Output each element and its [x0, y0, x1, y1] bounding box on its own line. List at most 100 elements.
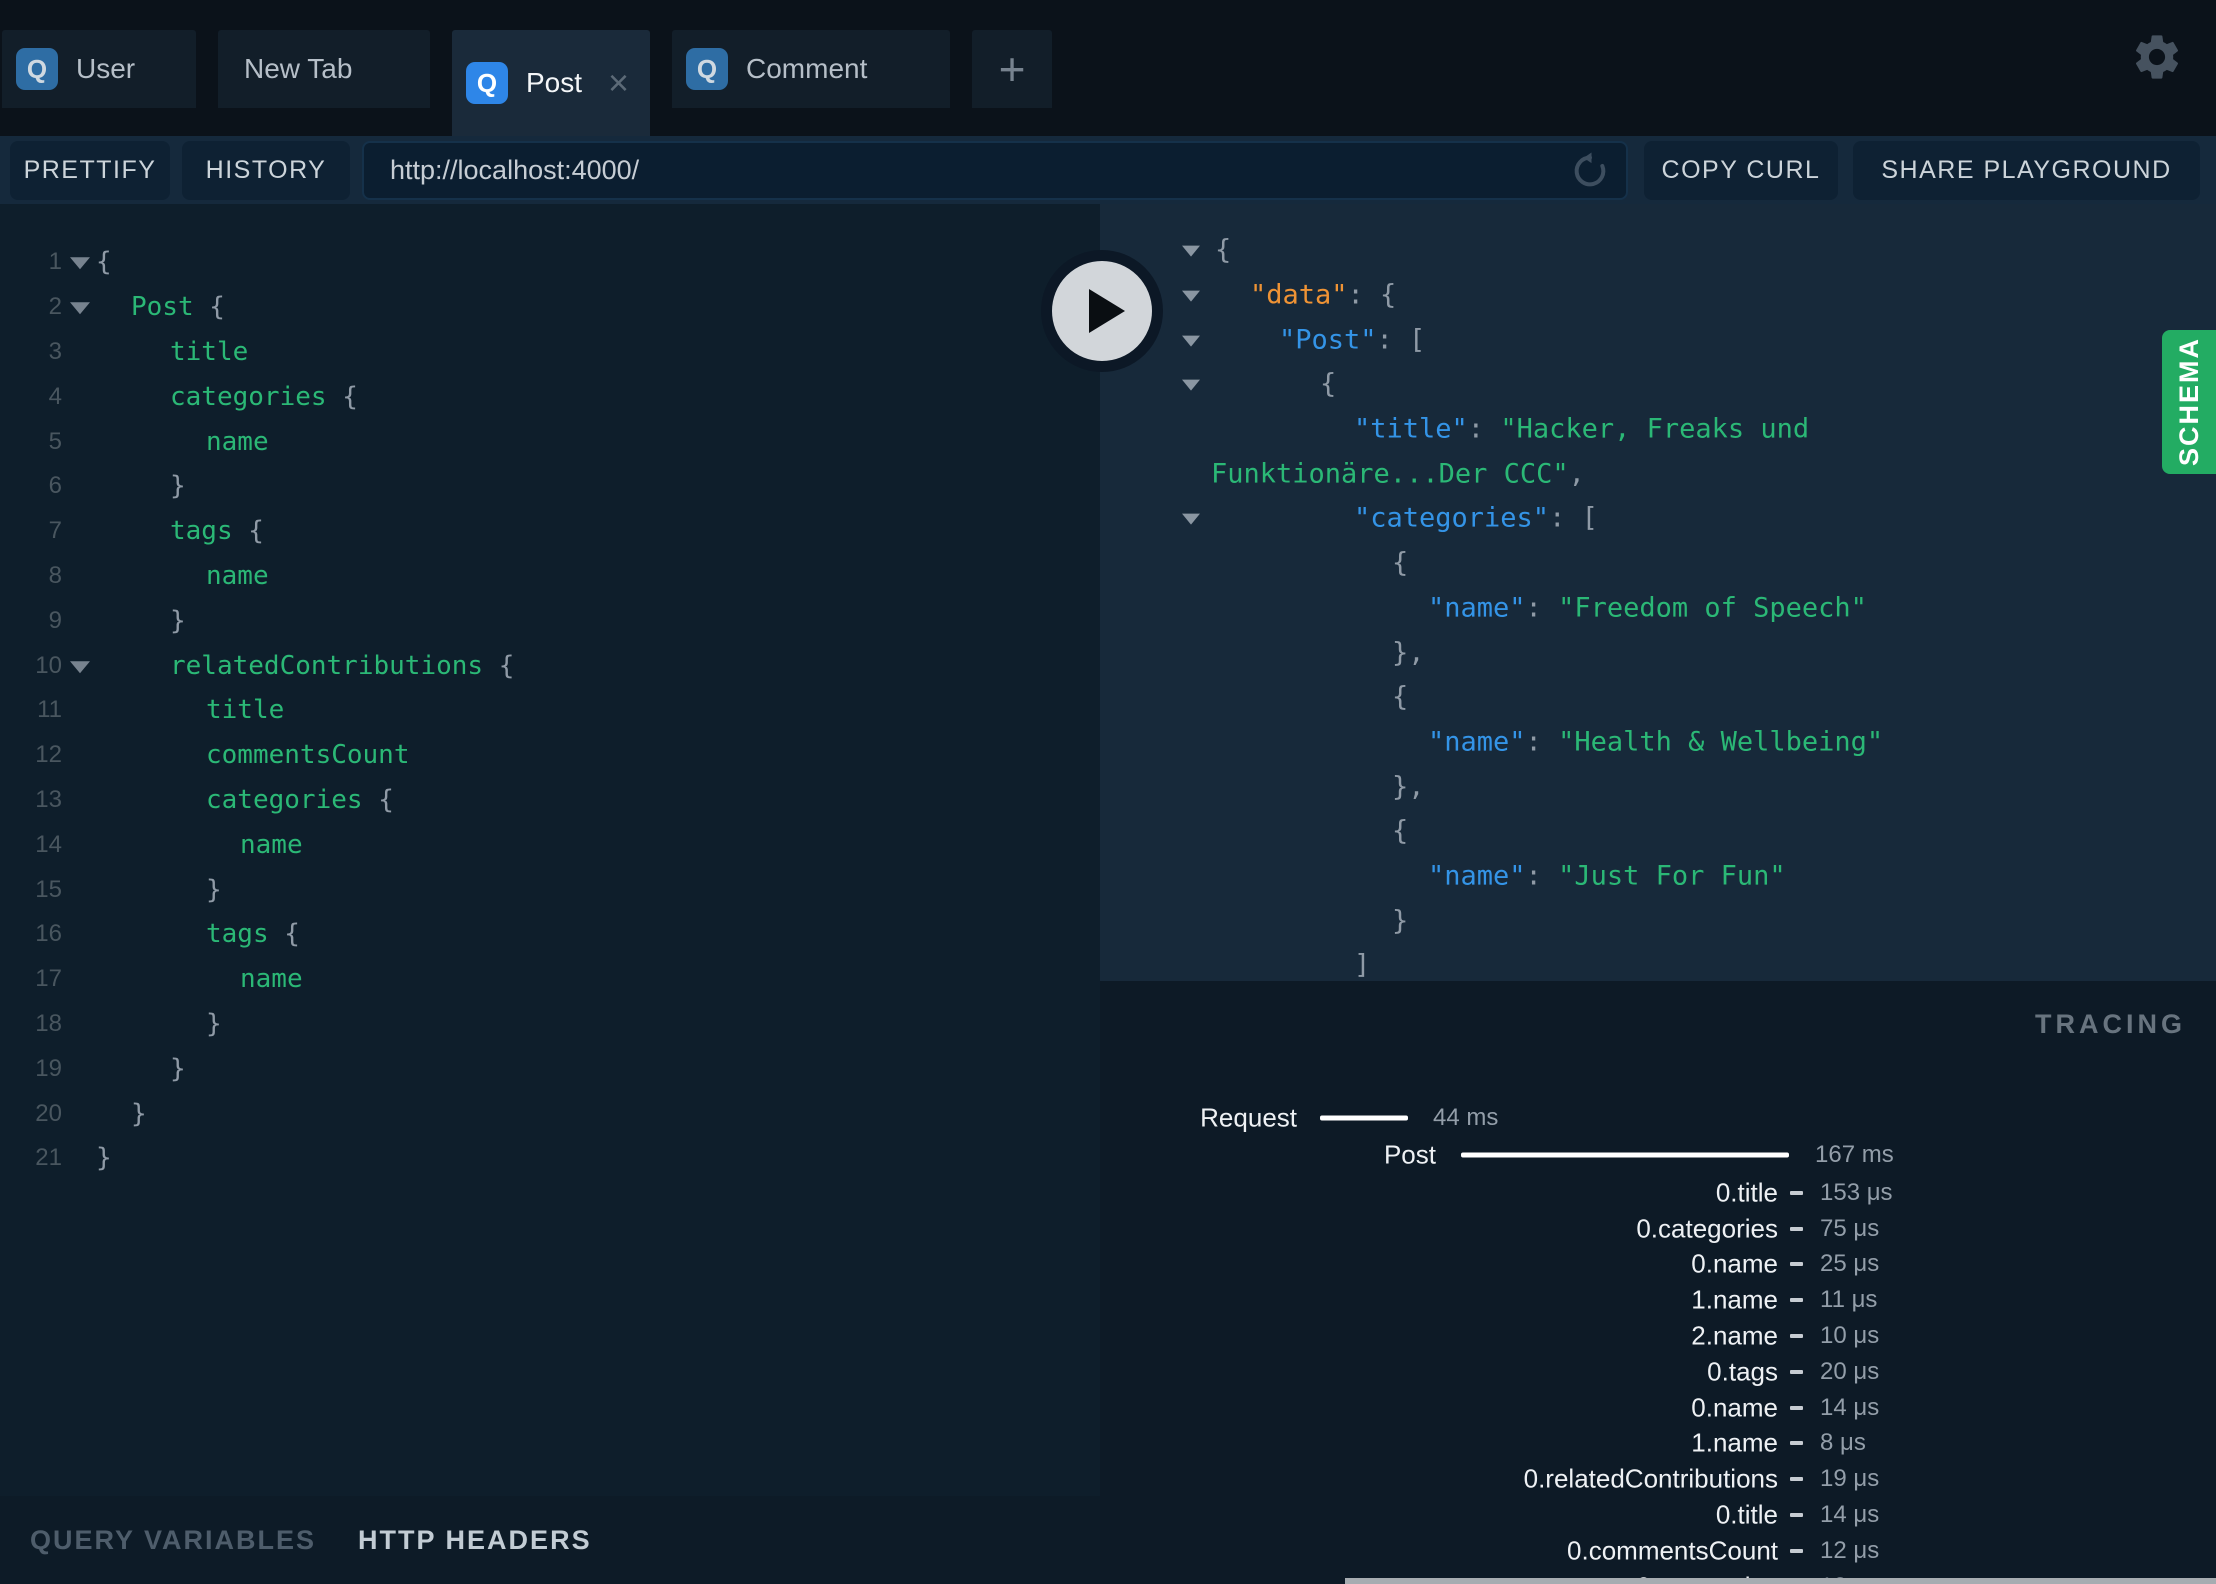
schema-side-tab[interactable]: SCHEMA — [2162, 330, 2216, 474]
json-text: "data": { — [1250, 279, 1397, 311]
editor-line[interactable]: 11 title — [0, 688, 1100, 733]
editor-line[interactable]: 5 name — [0, 419, 1100, 464]
line-number: 10 — [35, 651, 62, 679]
tracing-request-duration: 44 ms — [1433, 1104, 1499, 1131]
response-line: { — [1100, 675, 2216, 720]
tracing-field-bar — [1790, 1405, 1803, 1410]
json-text: "categories": [ — [1354, 502, 1598, 534]
collapse-arrow-icon[interactable] — [1182, 335, 1200, 347]
code-text: categories { — [170, 381, 358, 412]
collapse-arrow-icon[interactable] — [1182, 290, 1200, 302]
line-number: 12 — [35, 741, 62, 769]
editor-line[interactable]: 8 name — [0, 554, 1100, 599]
tracing-request-row: Request 44 ms — [1100, 1100, 2216, 1136]
endpoint-url-input[interactable] — [364, 155, 1570, 186]
tracing-field-row: 2.name 10 μs — [1100, 1318, 2216, 1354]
editor-line[interactable]: 16 tags { — [0, 912, 1100, 957]
settings-gear-icon[interactable] — [2130, 30, 2184, 84]
response-line: { — [1100, 809, 2216, 854]
line-number: 18 — [35, 1009, 62, 1037]
fold-arrow-icon[interactable] — [70, 302, 90, 315]
editor-line[interactable]: 17 name — [0, 957, 1100, 1002]
horizontal-scrollbar[interactable] — [1345, 1578, 2216, 1584]
share-playground-button[interactable]: SHARE PLAYGROUND — [1853, 141, 2200, 200]
collapse-arrow-icon[interactable] — [1182, 245, 1200, 257]
fold-arrow-icon[interactable] — [70, 660, 90, 673]
code-text: title — [206, 695, 285, 726]
tracing-field-duration: 14 μs — [1820, 1501, 1880, 1529]
tab-new-tab[interactable]: New Tab — [218, 30, 430, 108]
history-button[interactable]: HISTORY — [182, 141, 350, 200]
http-headers-tab[interactable]: HTTP HEADERS — [358, 1525, 592, 1556]
tracing-field-duration: 14 μs — [1820, 1393, 1880, 1421]
new-tab-button[interactable]: + — [972, 30, 1052, 108]
line-number: 4 — [48, 382, 62, 410]
editor-line[interactable]: 18} — [0, 1002, 1100, 1047]
tracing-field-rows: 0.title 153 μs 0.categories 75 μs 0.name 25 μ… — [1100, 1175, 2216, 1584]
json-text: } — [1392, 905, 1409, 937]
copy-curl-button[interactable]: COPY CURL — [1644, 141, 1838, 200]
response-line: }, — [1100, 630, 2216, 675]
json-text: }, — [1392, 771, 1425, 803]
line-number: 8 — [48, 561, 62, 589]
line-number: 20 — [35, 1099, 62, 1127]
editor-line[interactable]: 2 Post { — [0, 285, 1100, 330]
editor-line[interactable]: 9} — [0, 598, 1100, 643]
editor-line[interactable]: 4 categories { — [0, 374, 1100, 419]
editor-line[interactable]: 10 relatedContributions { — [0, 643, 1100, 688]
editor-line[interactable]: 1{ — [0, 240, 1100, 285]
tracing-field-label: 0.relatedContributions — [1523, 1463, 1778, 1494]
tracing-field-bar — [1790, 1298, 1803, 1303]
editor-line[interactable]: 19} — [0, 1046, 1100, 1091]
line-number: 2 — [48, 293, 62, 321]
tab-post[interactable]: Q Post × — [452, 30, 650, 136]
tracing-field-bar — [1790, 1441, 1803, 1446]
response-line: }, — [1100, 764, 2216, 809]
close-tab-icon[interactable]: × — [608, 65, 629, 101]
reset-endpoint-icon[interactable] — [1570, 151, 1610, 191]
editor-line[interactable]: 14 name — [0, 822, 1100, 867]
json-text: { — [1320, 368, 1337, 400]
tracing-field-bar — [1790, 1334, 1803, 1339]
response-line: "categories": [ — [1100, 496, 2216, 541]
line-number: 3 — [48, 337, 62, 365]
query-editor[interactable]: 1{2 Post {3 title 4 categories {5 name 6} 7 tags… — [0, 204, 1100, 1496]
tracing-field-label: 1.name — [1691, 1284, 1778, 1315]
editor-line[interactable]: 15} — [0, 867, 1100, 912]
json-text: { — [1392, 815, 1409, 847]
editor-line[interactable]: 21} — [0, 1136, 1100, 1181]
tracing-field-label: 0.commentsCount — [1567, 1535, 1778, 1566]
json-text: "Post": [ — [1279, 324, 1426, 356]
collapse-arrow-icon[interactable] — [1182, 380, 1200, 392]
tracing-field-label: 0.title — [1715, 1499, 1778, 1530]
tracing-field-bar — [1790, 1190, 1803, 1195]
endpoint-url-bar — [362, 141, 1628, 200]
editor-line[interactable]: 20} — [0, 1091, 1100, 1136]
query-variables-tab[interactable]: QUERY VARIABLES — [30, 1525, 316, 1556]
tracing-field-duration: 8 μs — [1820, 1429, 1866, 1457]
tracing-field-duration: 11 μs — [1820, 1286, 1878, 1314]
editor-line[interactable]: 3 title — [0, 330, 1100, 375]
tracing-field-row: 1.name 11 μs — [1100, 1282, 2216, 1318]
editor-line[interactable]: 13 categories { — [0, 778, 1100, 823]
line-number: 14 — [35, 830, 62, 858]
json-text: Funktionäre...Der CCC", — [1211, 458, 1585, 490]
query-type-badge: Q — [16, 48, 58, 90]
json-text: { — [1392, 681, 1409, 713]
editor-line[interactable]: 12 commentsCount — [0, 733, 1100, 778]
code-text: tags { — [206, 919, 300, 950]
code-text: commentsCount — [206, 740, 410, 771]
editor-line[interactable]: 7 tags { — [0, 509, 1100, 554]
tab-user[interactable]: Q User — [2, 30, 196, 108]
tracing-field-duration: 12 μs — [1820, 1536, 1880, 1564]
tracing-field-bar — [1790, 1226, 1803, 1231]
collapse-arrow-icon[interactable] — [1182, 514, 1200, 526]
execute-query-button[interactable] — [1041, 250, 1163, 372]
response-line: { — [1100, 362, 2216, 407]
editor-line[interactable]: 6} — [0, 464, 1100, 509]
response-line: { — [1100, 228, 2216, 273]
tab-comment[interactable]: Q Comment — [672, 30, 950, 108]
line-number: 17 — [35, 965, 62, 993]
prettify-button[interactable]: PRETTIFY — [10, 141, 170, 200]
fold-arrow-icon[interactable] — [70, 257, 90, 270]
